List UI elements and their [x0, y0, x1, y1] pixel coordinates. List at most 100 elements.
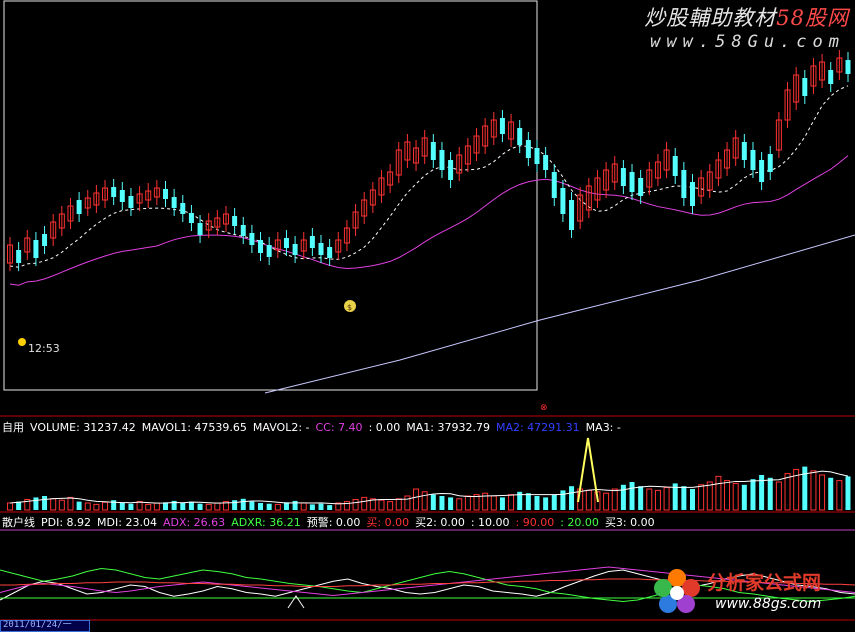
volume-bar-up — [508, 494, 515, 511]
volume-bar-down — [828, 477, 834, 510]
candle-body-down — [327, 247, 333, 258]
candle-body-down — [16, 250, 22, 263]
volume-bar-up — [732, 482, 739, 511]
candle-body-down — [180, 203, 186, 214]
volume-bar-down — [439, 496, 445, 510]
volume-bar-down — [188, 501, 194, 510]
candle-body-down — [119, 190, 125, 202]
volume-bar-down — [629, 482, 635, 510]
volume-bar-up — [836, 480, 843, 511]
candle-body-down — [750, 150, 756, 170]
candle-body-down — [283, 238, 289, 248]
zoom-selection-box[interactable] — [3, 0, 538, 391]
volume-bar-down — [240, 498, 246, 510]
indicator-header: 散户线 PDI: 8.92 MDI: 23.04 ADX: 26.63 ADXR: 36… — [2, 514, 661, 530]
volume-bar-down — [309, 504, 315, 510]
volume-bar-up — [724, 480, 731, 511]
volume-bar-up — [205, 503, 212, 511]
candle-body-down — [534, 148, 540, 164]
ma-long-polyline — [264, 234, 855, 394]
volume-bar-up — [102, 501, 109, 511]
indicator-legend-item-4: ADXR: 36.21 — [231, 516, 301, 529]
indicator-legend-item-2: MDI: 23.04 — [97, 516, 157, 529]
volume-legend-item-2: MAVOL1: 47539.65 — [141, 421, 247, 434]
candle-body-down — [111, 187, 117, 197]
volume-bar-up — [421, 491, 428, 511]
candle-body-down — [681, 170, 687, 198]
volume-bar-down — [534, 496, 540, 510]
volume-bar-up — [784, 473, 791, 511]
site-logo: 分析家公式网 www.88gs.com — [651, 564, 851, 620]
volume-bar-down — [551, 494, 557, 510]
indicator-legend-item-0: 散户线 — [2, 516, 35, 529]
candle-body-down — [543, 155, 549, 170]
volume-bar-down — [681, 486, 687, 510]
volume-bar-up — [84, 502, 91, 511]
candle-body-down — [767, 154, 773, 172]
candle-body-down — [33, 240, 39, 258]
volume-bar-down — [543, 497, 549, 510]
volume-bar-up — [654, 489, 661, 511]
indicator-legend-item-5: 预警: 0.00 — [306, 516, 361, 529]
indicator-legend-item-6: 买: 0.00 — [366, 516, 410, 529]
candle-body-down — [569, 200, 575, 230]
candle-body-down — [76, 200, 82, 214]
indicator-legend-item-1: PDI: 8.92 — [41, 516, 92, 529]
volume-bar-up — [715, 475, 722, 511]
ma-mid-line — [9, 155, 849, 286]
volume-bar-up — [490, 495, 497, 511]
volume-bar-up — [7, 502, 13, 511]
volume-legend-item-8: MA3: - — [585, 421, 621, 434]
volume-bar-up — [663, 487, 670, 511]
volume-bar-down — [266, 503, 272, 510]
date-cursor-label[interactable]: 2011/01/24/一 — [0, 620, 90, 632]
volume-bar-up — [611, 488, 618, 511]
time-label: 12:53 — [28, 342, 60, 355]
volume-indicator-header: 自用 VOLUME: 31237.42 MAVOL1: 47539.65 MAVOL2… — [2, 419, 627, 435]
candle-body-down — [499, 118, 505, 134]
indicator-legend-item-8: : 10.00 — [470, 516, 510, 529]
volume-legend-item-5: : 0.00 — [368, 421, 401, 434]
candle-body-down — [188, 213, 194, 223]
flower-logo-icon — [654, 569, 700, 613]
candle-body-down — [620, 168, 626, 186]
candle-body-down — [689, 182, 695, 206]
candle-body-down — [430, 142, 436, 160]
volume-legend-item-4: CC: 7.40 — [315, 421, 363, 434]
volume-bar-up — [775, 481, 782, 511]
volume-bar-down — [197, 503, 203, 510]
volume-bar-up — [300, 502, 307, 511]
candle-body-down — [741, 142, 747, 160]
volume-bar-down — [292, 500, 298, 510]
volume-bar-down — [741, 484, 747, 510]
volume-bar-down — [689, 489, 695, 510]
candle-body-down — [629, 172, 635, 192]
volume-bar-down — [448, 497, 454, 510]
candle-body-down — [560, 188, 566, 214]
candle-body-down — [128, 196, 134, 208]
volume-bar-down — [111, 500, 117, 510]
volume-bar-up — [413, 488, 420, 511]
candle-body-down — [802, 78, 808, 96]
volume-bar-down — [638, 486, 644, 510]
candle-body-down — [672, 156, 678, 176]
candle-body-down — [318, 243, 324, 255]
volume-bar-down — [327, 505, 333, 510]
candlestick-series — [7, 50, 851, 271]
volume-bar-down — [258, 503, 264, 510]
candle-body-down — [551, 172, 557, 198]
volume-legend-item-1: VOLUME: 31237.42 — [30, 421, 136, 434]
stock-chart: ⊗ 12:53 $ — [0, 0, 855, 621]
volume-bar-down — [845, 476, 851, 510]
volume-bar-up — [274, 503, 281, 511]
ma-short-polyline — [9, 85, 849, 268]
candle-body-down — [828, 70, 834, 84]
money-bag-label: $ — [347, 303, 352, 312]
volume-bar-up — [646, 488, 653, 511]
volume-bar-up — [706, 481, 713, 511]
volume-bar-up — [136, 501, 143, 511]
volume-bar-up — [361, 496, 368, 511]
indicator-legend-item-7: 买2: 0.00 — [415, 516, 465, 529]
candle-body-down — [266, 245, 272, 257]
volume-legend-item-0: 自用 — [2, 421, 24, 434]
